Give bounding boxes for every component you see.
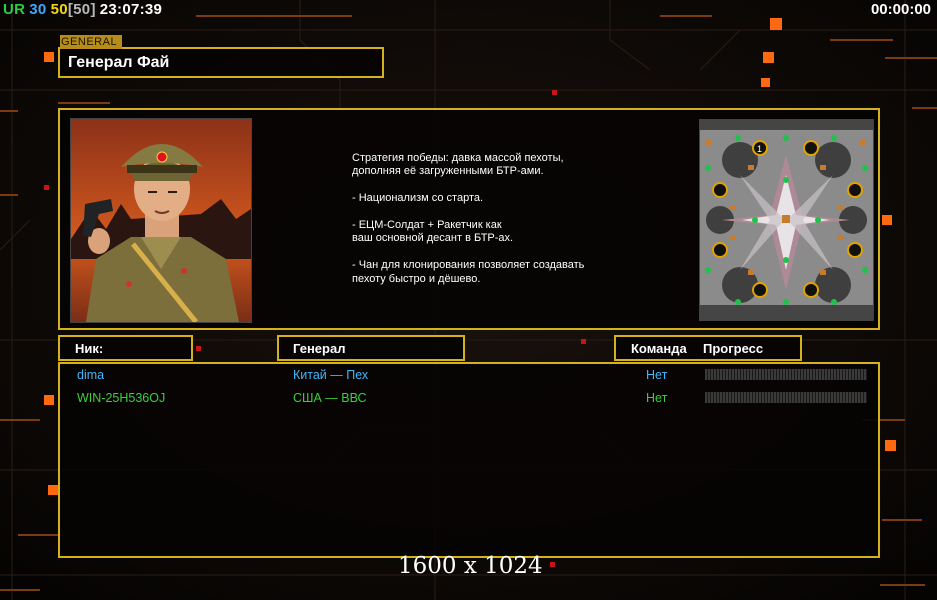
nick-column-header: Ник: [58, 335, 193, 361]
general-tab-label: GENERAL [60, 35, 122, 49]
player-nick: dima [77, 368, 105, 382]
player-progress-bar [705, 392, 867, 403]
faction-tag: UR [3, 1, 26, 18]
general-title-box: Генерал Фай [58, 47, 384, 78]
clock: 23:07:39 [99, 1, 163, 18]
player-list-panel: dima Китай — Пех Нет WIN-25H536OJ США — … [58, 362, 880, 558]
player-team: Нет [646, 391, 668, 405]
general-header-label: Генерал [293, 341, 346, 356]
start-position-label: 1 [757, 144, 762, 154]
player-general: США — ВВС [293, 391, 367, 405]
player-team: Нет [646, 368, 668, 382]
player-row: dima Китай — Пех Нет [60, 366, 878, 384]
team-header-label: Команда [631, 341, 687, 356]
player-progress-bar [705, 369, 867, 380]
general-column-header: Генерал [277, 335, 465, 361]
player-nick: WIN-25H536OJ [77, 391, 166, 405]
general-name: Генерал Фай [68, 54, 170, 71]
general-info-panel: Стратегия победы: давка массой пехоты, д… [58, 108, 880, 330]
player-general: Китай — Пех [293, 368, 369, 382]
match-timer: 00:00:00 [870, 1, 931, 18]
hud-stats: UR 30 50[50] 23:07:39 [3, 1, 166, 18]
general-portrait [70, 118, 252, 323]
team-progress-header: Команда Прогресс [614, 335, 802, 361]
player-row: WIN-25H536OJ США — ВВС Нет [60, 389, 878, 407]
minimap: 1 [699, 119, 874, 321]
resolution-watermark: 1600 x 1024 [398, 553, 543, 579]
general-strategy-description: Стратегия победы: давка массой пехоты, д… [352, 152, 585, 285]
progress-header-label: Прогресс [703, 341, 764, 356]
stat-value-2: 50 [50, 1, 68, 18]
nick-header-label: Ник: [75, 341, 104, 356]
stat-value-3: [50] [67, 1, 96, 18]
stat-value-1: 30 [29, 1, 47, 18]
